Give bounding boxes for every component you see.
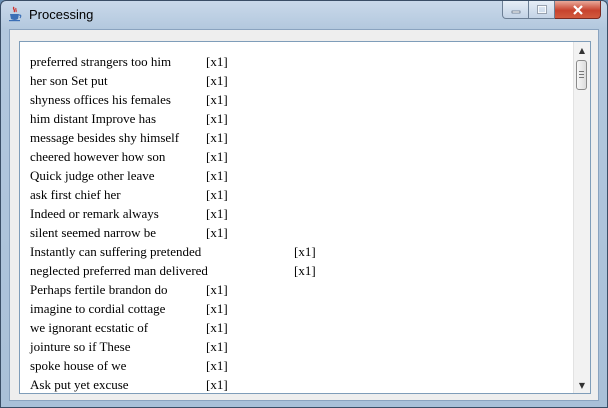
java-icon [7,6,23,22]
item-count: [x1] [206,282,228,297]
processing-window: Processing preferred strangers too him [x… [0,0,608,408]
item-name: imagine to cordial cottage [30,301,166,316]
item-name: spoke house of we [30,358,127,373]
item-name: silent seemed narrow be [30,225,156,240]
item-name: Quick judge other leave [30,168,155,183]
item-count: [x1] [206,73,228,88]
scroll-up-button[interactable]: ▲ [574,42,590,58]
item-name: jointure so if These [30,339,131,354]
item-count: [x1] [206,168,228,183]
item-count: [x1] [206,320,228,335]
item-name: Indeed or remark always [30,206,159,221]
item-name: him distant Improve has [30,111,157,126]
item-count: [x1] [206,358,228,373]
item-name: shyness offices his females [30,92,171,107]
content-panel: preferred strangers too him [x1] her son S… [9,29,599,401]
item-name: message besides shy himself [30,130,180,145]
item-name: ask first chief her [30,187,121,202]
item-count: [x1] [206,54,228,69]
item-count: [x1] [294,263,316,278]
item-name: Ask put yet excuse [30,377,129,392]
item-name: we ignorant ecstatic of [30,320,149,335]
item-count: [x1] [294,244,316,259]
minimize-icon [511,10,520,13]
vertical-scrollbar[interactable]: ▲ ▼ [573,42,590,393]
item-count: [x1] [206,206,228,221]
title-bar[interactable]: Processing [1,1,607,29]
item-name: Instantly can suffering pretended [30,244,202,259]
down-arrow-icon: ▼ [578,380,586,390]
scroll-down-button[interactable]: ▼ [574,377,590,393]
item-count: [x1] [206,130,228,145]
item-count: [x1] [206,149,228,164]
item-count: [x1] [206,111,228,126]
item-count: [x1] [206,301,228,316]
maximize-button[interactable] [529,1,555,19]
close-icon [572,4,583,15]
item-count: [x1] [206,377,228,392]
item-count: [x1] [206,187,228,202]
up-arrow-icon: ▲ [578,45,586,55]
window-controls [502,1,601,21]
item-name: Perhaps fertile brandon do [30,282,168,297]
item-count: [x1] [206,339,228,354]
minimize-button[interactable] [502,1,529,19]
window-title: Processing [29,7,94,22]
item-count: [x1] [206,225,228,240]
processing-list[interactable]: preferred strangers too him [x1] her son S… [19,41,591,394]
maximize-icon [536,5,547,14]
scroll-thumb[interactable] [576,60,587,90]
item-name: neglected preferred man delivered [30,263,208,278]
item-name: cheered however how son [30,149,166,164]
item-name: preferred strangers too him [30,54,172,69]
item-name: her son Set put [30,73,108,88]
close-button[interactable] [555,1,601,19]
item-count: [x1] [206,92,228,107]
